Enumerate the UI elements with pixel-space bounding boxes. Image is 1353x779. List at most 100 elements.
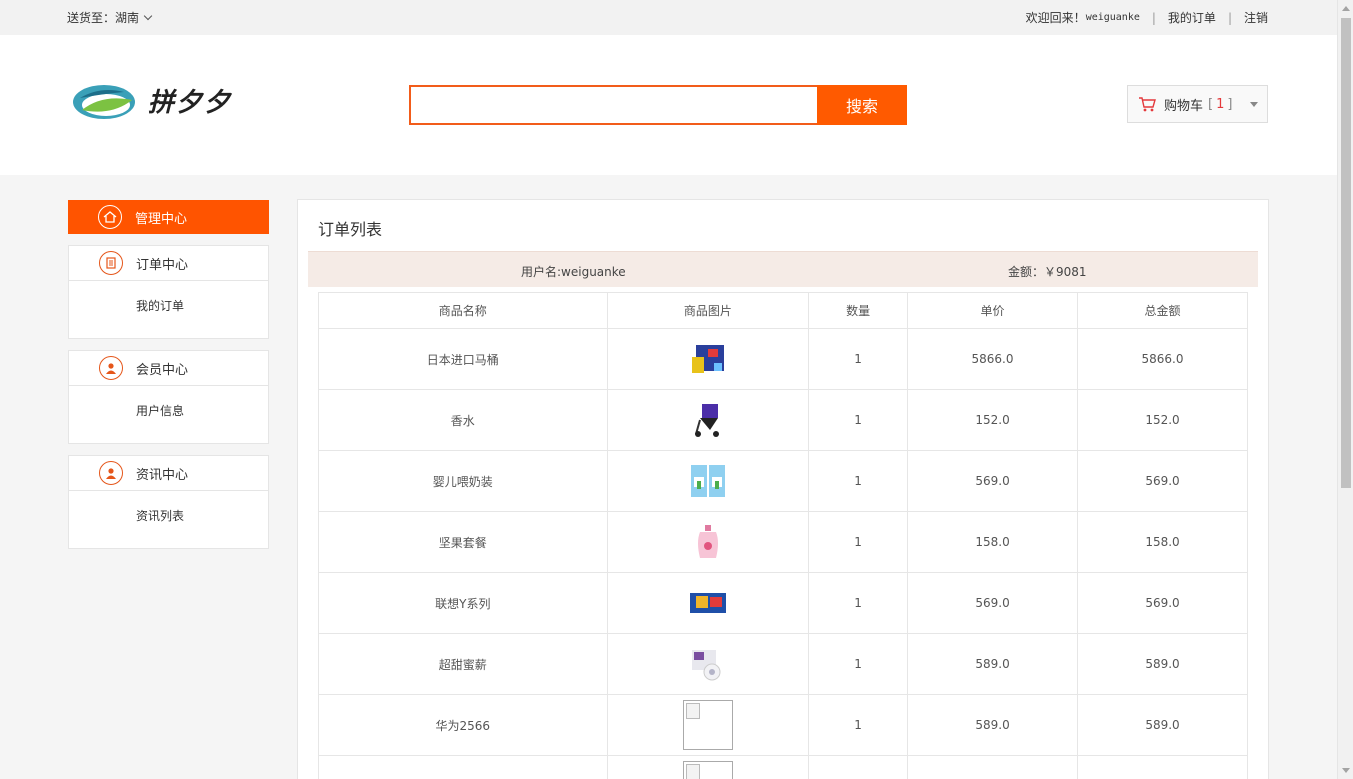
cart-bracket-open: [ xyxy=(1208,96,1214,112)
quantity: 1 xyxy=(808,389,909,451)
product-name: 超甜蜜薪 xyxy=(318,633,608,695)
sidebar-section-label: 会员中心 xyxy=(136,362,189,378)
ship-to-label: 送货至：湖南 xyxy=(67,11,140,25)
table-row: 坚果套餐 1 158.0 158.0 xyxy=(318,511,1248,573)
quantity: 1 xyxy=(808,450,909,512)
product-image-cell xyxy=(606,633,810,695)
document-icon xyxy=(99,251,123,275)
column-header: 总金额 xyxy=(1077,292,1248,329)
sidebar-section-title: 订单中心 xyxy=(69,246,268,281)
scroll-up-icon[interactable] xyxy=(1342,6,1350,11)
milk-powder-image xyxy=(690,465,725,497)
unit-price: 5866.0 xyxy=(907,328,1078,390)
table-row: 日本进口马桶 1 5866.0 5866.0 xyxy=(318,328,1248,390)
search-bar: 搜索 xyxy=(409,85,907,125)
total-amount: 158.0 xyxy=(1077,511,1248,573)
sidebar: 管理中心 订单中心 我的订单 会员中心 用户信息 资讯中心 资讯列表 xyxy=(68,200,269,549)
total-amount: 589.0 xyxy=(1077,694,1248,756)
unit-price xyxy=(907,755,1078,779)
detergent-bottle-image xyxy=(697,525,718,558)
quantity: 1 xyxy=(808,572,909,634)
home-icon xyxy=(98,205,122,229)
search-input[interactable] xyxy=(409,85,819,125)
logo[interactable]: 拼夕夕 xyxy=(72,80,262,122)
unit-price: 569.0 xyxy=(907,450,1078,512)
unit-price: 589.0 xyxy=(907,633,1078,695)
unit-price: 589.0 xyxy=(907,694,1078,756)
search-button[interactable]: 搜索 xyxy=(817,85,907,125)
product-name: 坚果套餐 xyxy=(318,511,608,573)
sidebar-item-user-info[interactable]: 用户信息 xyxy=(69,386,268,443)
my-orders-link[interactable]: 我的订单 xyxy=(1168,9,1216,26)
table-row xyxy=(318,755,1248,779)
dropdown-arrow-icon xyxy=(1250,102,1258,107)
divider: | xyxy=(1151,10,1156,25)
table-row: 超甜蜜薪 1 589.0 589.0 xyxy=(318,633,1248,695)
table-row: 联想Y系列 1 569.0 569.0 xyxy=(318,572,1248,634)
sidebar-item-news-list[interactable]: 资讯列表 xyxy=(69,491,268,548)
user-icon xyxy=(99,461,123,485)
product-image-cell xyxy=(606,450,810,512)
total-amount: 569.0 xyxy=(1077,572,1248,634)
sidebar-section-label: 资讯中心 xyxy=(136,467,189,483)
product-name: 华为2566 xyxy=(318,694,608,756)
logout-link[interactable]: 注销 xyxy=(1244,9,1268,26)
cart-bracket-close: ] xyxy=(1227,96,1233,112)
scroll-down-icon[interactable] xyxy=(1342,768,1350,773)
product-box-image xyxy=(691,345,724,373)
product-image-cell xyxy=(606,328,810,390)
product-name: 婴儿喂奶装 xyxy=(318,450,608,512)
cart-button[interactable]: 购物车 [ 1 ] xyxy=(1127,85,1268,123)
column-header: 数量 xyxy=(808,292,909,329)
sidebar-active-label: 管理中心 xyxy=(135,211,188,227)
cart-label: 购物车 xyxy=(1164,98,1204,114)
product-image-cell xyxy=(606,511,810,573)
logo-mark-icon xyxy=(73,85,135,119)
logo-text: 拼夕夕 xyxy=(148,88,233,118)
sidebar-item-my-orders[interactable]: 我的订单 xyxy=(69,281,268,338)
sidebar-section-members: 会员中心 用户信息 xyxy=(68,350,269,444)
quantity: 1 xyxy=(808,633,909,695)
divider: | xyxy=(1227,10,1232,25)
chevron-down-icon xyxy=(143,11,153,21)
table-header-row: 商品名称 商品图片 数量 单价 总金额 xyxy=(318,292,1248,329)
order-list-panel: 订单列表 用户名:weiguanke 金额：￥9081 商品名称 商品图片 数量… xyxy=(297,199,1269,779)
toy-box-image xyxy=(691,650,721,681)
column-header: 单价 xyxy=(907,292,1078,329)
quantity: 1 xyxy=(808,694,909,756)
column-header: 商品图片 xyxy=(606,292,810,329)
cart-count: 1 xyxy=(1216,96,1225,112)
top-bar: 送货至：湖南 欢迎回来！ weiguanke | 我的订单 | 注销 xyxy=(0,0,1337,35)
username: weiguanke xyxy=(1085,12,1140,23)
user-links: 欢迎回来！ weiguanke | 我的订单 | 注销 xyxy=(1026,9,1268,26)
total-amount: 589.0 xyxy=(1077,633,1248,695)
unit-price: 158.0 xyxy=(907,511,1078,573)
stroller-image xyxy=(694,404,719,437)
order-summary-bar: 用户名:weiguanke 金额：￥9081 xyxy=(308,251,1258,287)
sidebar-section-title: 资讯中心 xyxy=(69,456,268,491)
user-icon xyxy=(99,356,123,380)
unit-price: 152.0 xyxy=(907,389,1078,451)
product-image-cell xyxy=(606,755,810,779)
product-name: 联想Y系列 xyxy=(318,572,608,634)
sidebar-item-management[interactable]: 管理中心 xyxy=(68,200,269,234)
table-row: 香水 1 152.0 152.0 xyxy=(318,389,1248,451)
unit-price: 569.0 xyxy=(907,572,1078,634)
quantity xyxy=(808,755,909,779)
column-header: 商品名称 xyxy=(318,292,608,329)
product-image-cell xyxy=(606,694,810,756)
ship-to-selector[interactable]: 送货至：湖南 xyxy=(67,9,153,26)
total-amount: 569.0 xyxy=(1077,450,1248,512)
header: 拼夕夕 搜索 购物车 [ 1 ] xyxy=(0,35,1337,175)
total-amount: 5866.0 xyxy=(1077,328,1248,390)
welcome-text: 欢迎回来！ xyxy=(1025,11,1086,25)
vertical-scrollbar[interactable] xyxy=(1337,0,1353,779)
table-row: 婴儿喂奶装 1 569.0 569.0 xyxy=(318,450,1248,512)
total-amount xyxy=(1077,755,1248,779)
broken-image-icon xyxy=(682,761,733,779)
page-title: 订单列表 xyxy=(318,220,383,239)
product-image-cell xyxy=(606,389,810,451)
cart-icon xyxy=(1139,97,1156,112)
orders-table: 商品名称 商品图片 数量 单价 总金额 日本进口马桶 1 5866.0 5866… xyxy=(318,292,1248,779)
scrollbar-thumb[interactable] xyxy=(1341,18,1351,488)
